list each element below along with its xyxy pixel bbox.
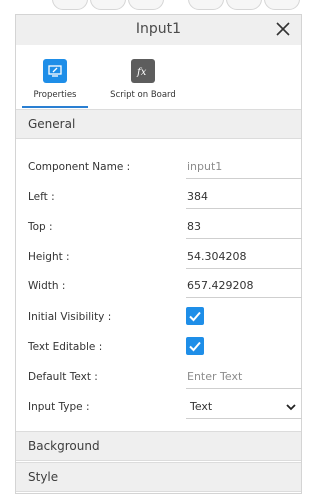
section-style[interactable]: Style (16, 462, 301, 492)
tab-properties[interactable]: Properties (22, 59, 88, 108)
section-title: Style (28, 470, 59, 484)
toolbar-pill[interactable] (128, 0, 164, 10)
height-row: Height : 54.304208 (28, 245, 302, 273)
close-icon[interactable] (273, 19, 293, 39)
fx-icon: fx (131, 59, 155, 83)
left-input[interactable]: 384 (186, 185, 302, 209)
panel-title: Input1 (135, 21, 182, 37)
toolbar-pill[interactable] (226, 0, 262, 10)
top-toolbar-strip (0, 0, 305, 10)
section-general[interactable]: General (16, 109, 301, 139)
checkmark-icon (189, 341, 201, 352)
text-editable-label: Text Editable : (28, 341, 103, 353)
toolbar-pill[interactable] (90, 0, 126, 10)
text-editable-row: Text Editable : (28, 335, 290, 363)
default-text-label: Default Text : (28, 371, 98, 383)
height-input[interactable]: 54.304208 (186, 245, 302, 269)
tab-script-on-board[interactable]: fx Script on Board (108, 59, 178, 100)
height-label: Height : (28, 251, 70, 263)
component-name-label: Component Name : (28, 161, 131, 173)
input-type-select[interactable]: Text (186, 395, 302, 419)
input-type-label: Input Type : (28, 401, 90, 413)
width-row: Width : 657.429208 (28, 274, 302, 302)
toolbar-pill[interactable] (188, 0, 224, 10)
left-label: Left : (28, 191, 55, 203)
panel-tabs: Properties fx Script on Board (16, 45, 301, 109)
properties-panel: Input1 Properties fx Script on Board Gen… (15, 14, 302, 494)
panel-header: Input1 (16, 15, 301, 46)
initial-visibility-label: Initial Visibility : (28, 311, 112, 323)
top-row: Top : 83 (28, 215, 302, 243)
component-name-input[interactable]: input1 (186, 155, 302, 179)
active-tab-indicator (22, 106, 88, 108)
section-background[interactable]: Background (16, 431, 301, 461)
section-title: General (28, 117, 76, 131)
input-type-value: Text (190, 400, 213, 413)
tab-label: Script on Board (110, 90, 176, 100)
default-text-input[interactable]: Enter Text (186, 365, 302, 389)
left-row: Left : 384 (28, 185, 302, 213)
initial-visibility-checkbox[interactable] (186, 307, 204, 325)
top-label: Top : (28, 221, 53, 233)
chevron-down-icon (286, 404, 296, 411)
component-name-row: Component Name : input1 (28, 155, 302, 183)
svg-text:fx: fx (136, 67, 147, 78)
width-input[interactable]: 657.429208 (186, 274, 302, 298)
top-input[interactable]: 83 (186, 215, 302, 239)
properties-icon (43, 59, 67, 83)
tab-label: Properties (33, 90, 77, 100)
section-title: Background (28, 439, 100, 453)
toolbar-pill[interactable] (264, 0, 300, 10)
toolbar-pill[interactable] (52, 0, 88, 10)
input-type-row: Input Type : Text (28, 395, 302, 423)
width-label: Width : (28, 280, 66, 292)
default-text-row: Default Text : Enter Text (28, 365, 302, 393)
text-editable-checkbox[interactable] (186, 337, 204, 355)
initial-visibility-row: Initial Visibility : (28, 305, 290, 333)
checkmark-icon (189, 311, 201, 322)
